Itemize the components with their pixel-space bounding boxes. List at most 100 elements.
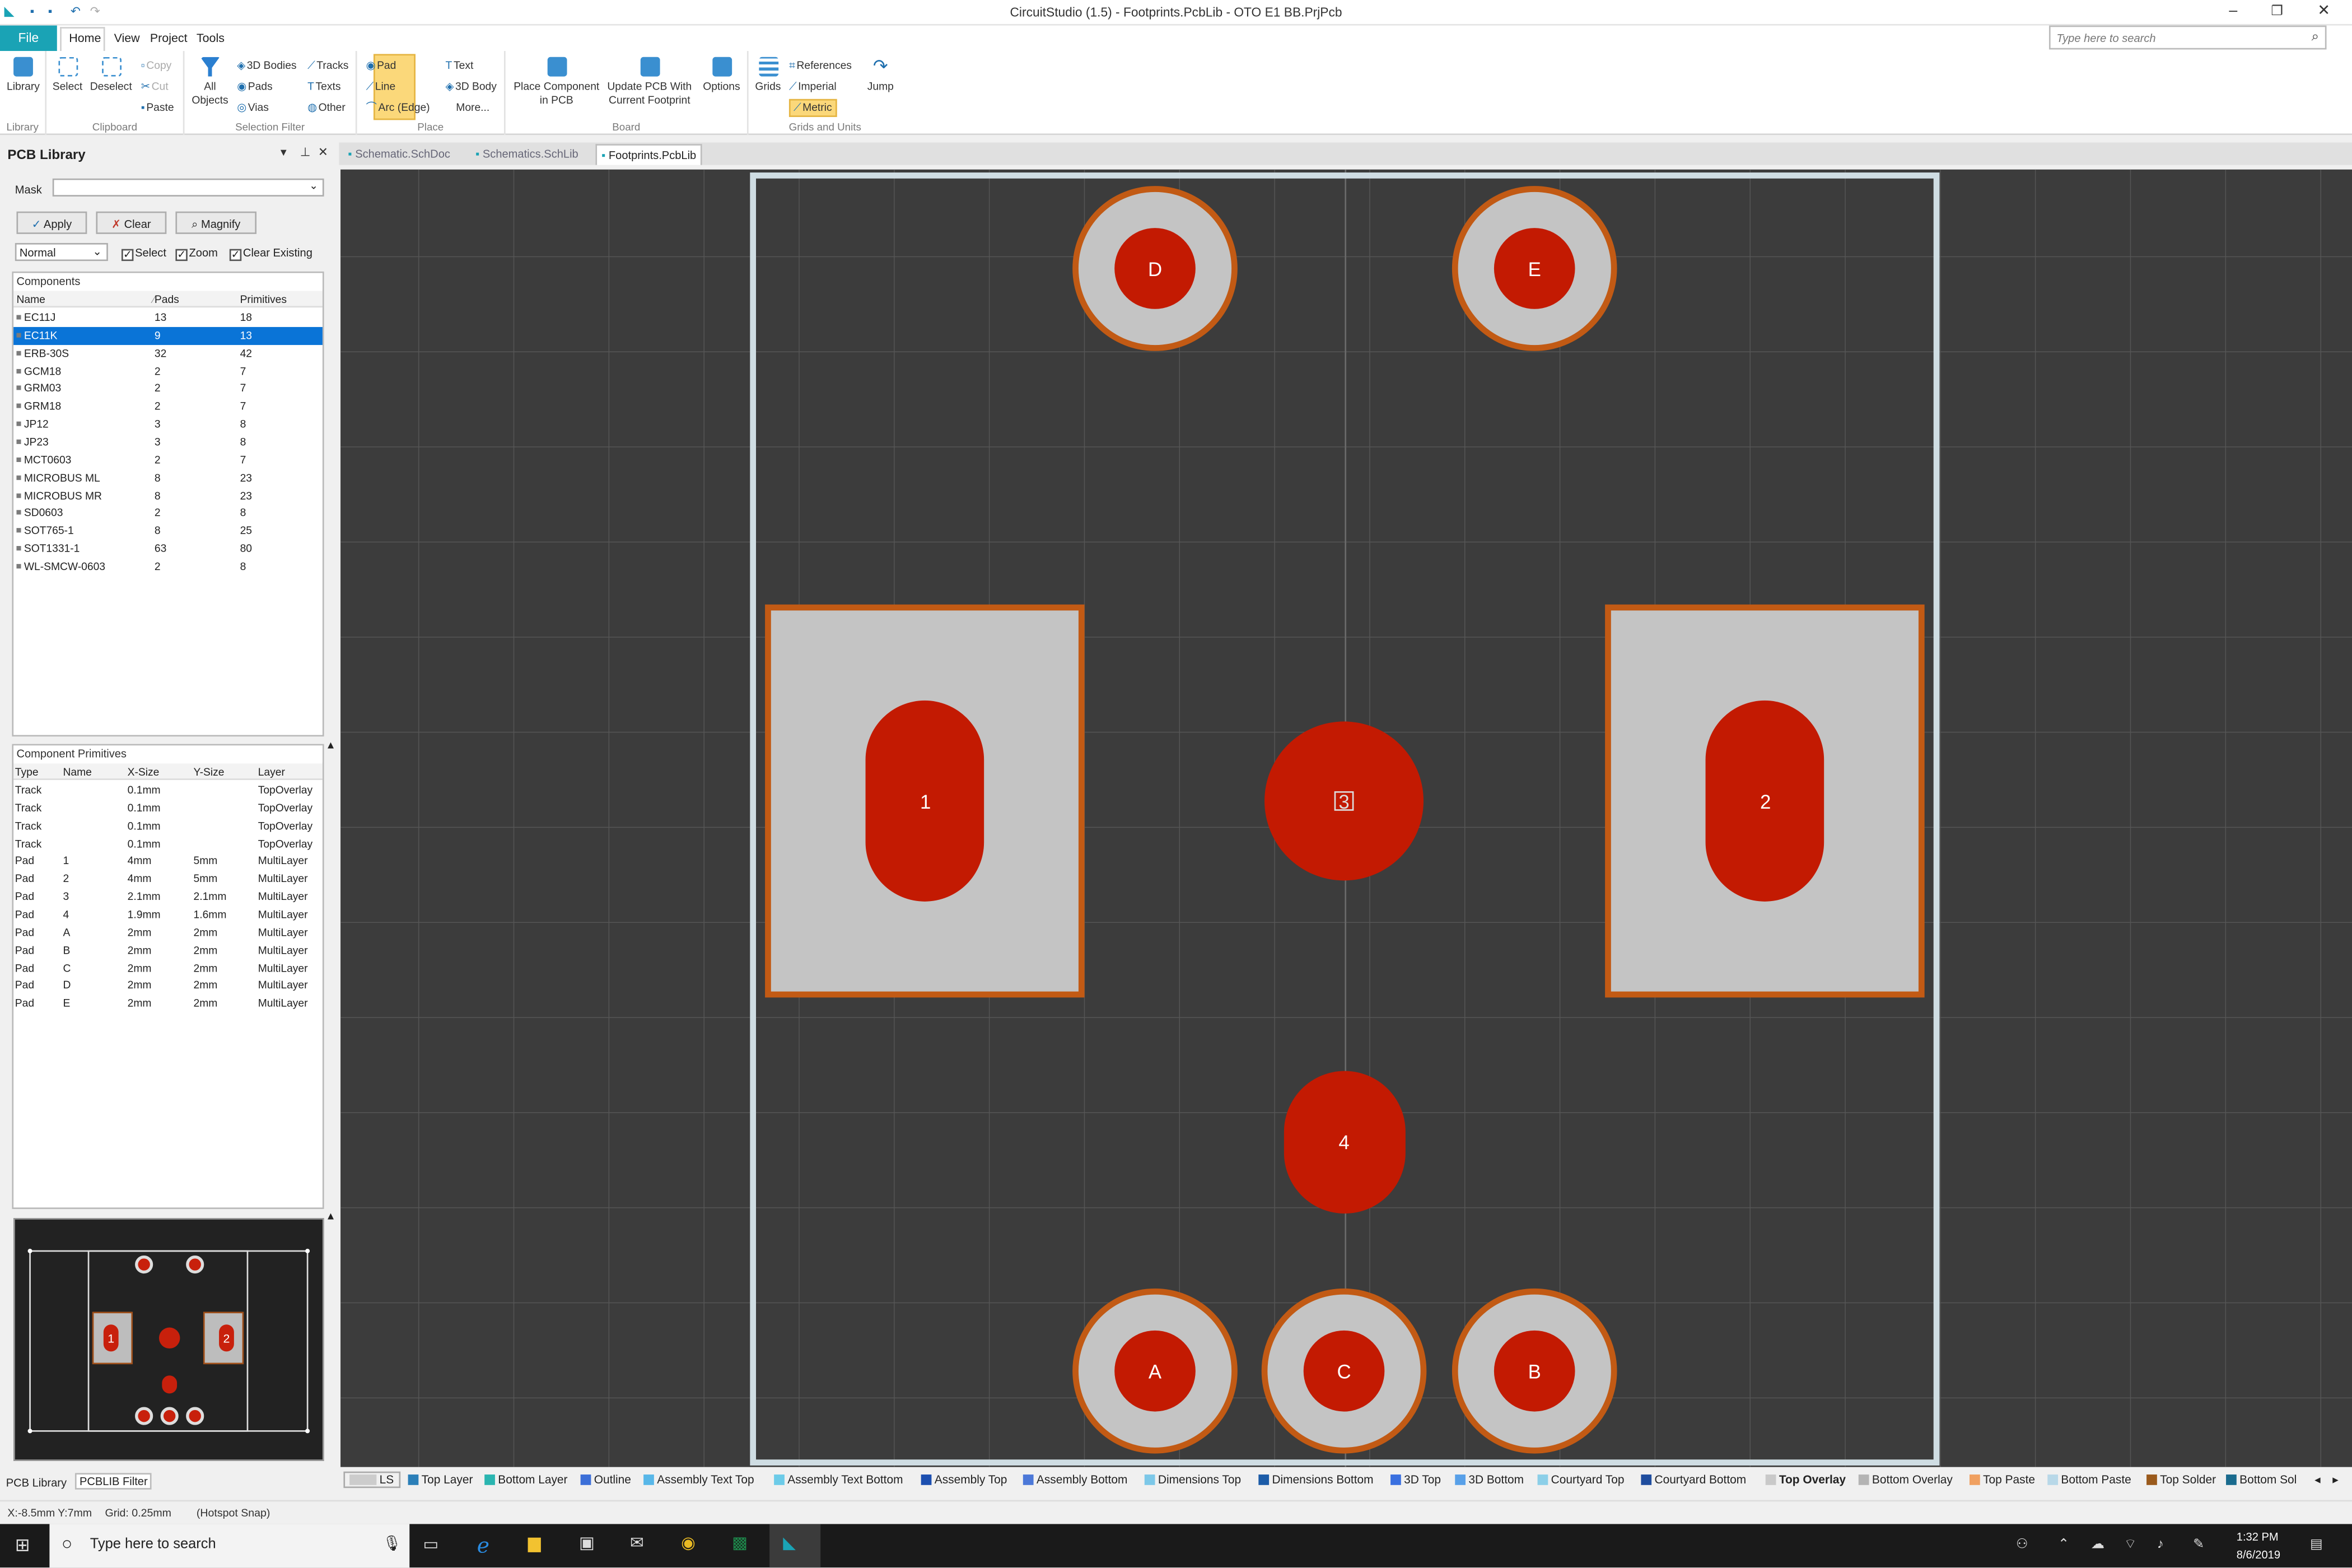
microphone-icon[interactable]: 🎙: [382, 1536, 402, 1552]
clock-time[interactable]: 1:32 PM: [2237, 1530, 2279, 1543]
table-row[interactable]: JP12 3 8: [13, 416, 323, 433]
place-arc-button[interactable]: ⌒ Arc (Edge): [366, 100, 430, 115]
table-row[interactable]: MICROBUS ML 8 23: [13, 469, 323, 487]
table-row[interactable]: Track 0.1mm TopOverlay: [13, 799, 323, 817]
notifications-icon[interactable]: ▤: [2310, 1536, 2323, 1552]
layer-tab[interactable]: Assembly Top: [921, 1473, 1007, 1486]
scroll-up-icon[interactable]: ▲: [325, 1212, 336, 1222]
filter-pads[interactable]: ◉ Pads: [237, 80, 272, 93]
deselect-button[interactable]: Deselect: [87, 57, 135, 93]
cut-button[interactable]: ✂ Cut: [141, 80, 169, 93]
pcb-editor-canvas[interactable]: 1 2 3 4 D E A C B: [340, 169, 2352, 1467]
layer-tab[interactable]: Top Paste: [1970, 1473, 2035, 1486]
tab-home[interactable]: Home: [69, 31, 101, 45]
table-row[interactable]: Track 0.1mm TopOverlay: [13, 817, 323, 835]
task-view-icon[interactable]: ▭: [423, 1534, 438, 1554]
scroll-left-icon[interactable]: ◂: [2314, 1473, 2321, 1486]
volume-icon[interactable]: ♪: [2157, 1536, 2164, 1551]
filter-texts[interactable]: T Texts: [307, 80, 340, 93]
footprint-preview[interactable]: 1 2: [13, 1218, 324, 1461]
table-row[interactable]: Pad 3 2.1mm 2.1mm MultiLayer: [13, 888, 323, 906]
table-row[interactable]: GRM03 2 7: [13, 380, 323, 398]
clear-existing-checkbox[interactable]: ✓ Clear Existing: [229, 246, 312, 262]
place-more-button[interactable]: More...: [456, 100, 489, 114]
table-row[interactable]: ERB-30S 32 42: [13, 344, 323, 362]
table-row[interactable]: Pad 4 1.9mm 1.6mm MultiLayer: [13, 906, 323, 924]
layer-tab[interactable]: Courtyard Top: [1537, 1473, 1625, 1486]
table-row[interactable]: Pad A 2mm 2mm MultiLayer: [13, 923, 323, 941]
layer-tab[interactable]: Top Layer: [408, 1473, 473, 1486]
grids-button[interactable]: Grids: [752, 57, 785, 93]
table-row[interactable]: Track 0.1mm TopOverlay: [13, 835, 323, 853]
col-x-size[interactable]: X-Size: [128, 765, 160, 778]
col-prim-name[interactable]: Name: [63, 765, 92, 778]
tab-project[interactable]: Project: [150, 31, 188, 45]
layer-tab[interactable]: Bottom Sol: [2226, 1473, 2297, 1486]
copy-button[interactable]: ▫ Copy: [141, 58, 171, 72]
doc-tab-pcblib[interactable]: ▪ Footprints.PcbLib: [595, 144, 702, 165]
table-row[interactable]: Pad C 2mm 2mm MultiLayer: [13, 959, 323, 977]
table-row[interactable]: Pad 1 4mm 5mm MultiLayer: [13, 852, 323, 870]
zoom-checkbox[interactable]: ✓ Zoom: [175, 246, 218, 262]
table-row[interactable]: MCT0603 2 7: [13, 451, 323, 469]
layer-tab[interactable]: Outline: [580, 1473, 631, 1486]
tab-pcblib-filter[interactable]: PCBLIB Filter: [74, 1473, 152, 1490]
table-row[interactable]: Track 0.1mm TopOverlay: [13, 782, 323, 800]
imperial-button[interactable]: ⟋ Imperial: [789, 80, 837, 95]
col-name[interactable]: Name: [16, 292, 45, 306]
panel-pin-icon[interactable]: ⊥: [300, 146, 311, 159]
layer-tab[interactable]: 3D Bottom: [1455, 1473, 1524, 1486]
table-row[interactable]: JP23 3 8: [13, 433, 323, 451]
people-icon[interactable]: ⚇: [2016, 1536, 2028, 1552]
filter-3d-bodies[interactable]: ◈ 3D Bodies: [237, 58, 296, 72]
search-icon[interactable]: ⌕: [2312, 29, 2320, 45]
panel-close-icon[interactable]: ✕: [318, 146, 328, 159]
select-checkbox[interactable]: ✓ Select: [121, 246, 166, 262]
place-component-button[interactable]: Place Component in PCB: [510, 57, 603, 106]
layer-tab[interactable]: 3D Top: [1390, 1473, 1441, 1486]
col-type[interactable]: Type: [15, 765, 39, 778]
file-explorer-icon[interactable]: ▆: [528, 1533, 541, 1552]
library-button[interactable]: Library: [4, 57, 42, 93]
panel-menu-icon[interactable]: ▾: [281, 146, 287, 159]
mode-select[interactable]: Normal ⌄: [15, 242, 108, 262]
filter-other[interactable]: ◍ Other: [307, 100, 346, 114]
update-pcb-button[interactable]: Update PCB With Current Footprint: [604, 57, 694, 106]
filter-vias[interactable]: ◎ Vias: [237, 100, 269, 114]
metric-button[interactable]: ⟋ Metric: [788, 99, 837, 117]
pen-icon[interactable]: ✎: [2193, 1536, 2204, 1552]
col-y-size[interactable]: Y-Size: [194, 765, 225, 778]
table-row[interactable]: GCM18 2 7: [13, 362, 323, 380]
help-search-input[interactable]: Type here to search ⌕: [2048, 25, 2327, 50]
close-icon[interactable]: ✕: [2317, 3, 2330, 19]
table-row[interactable]: EC11J 13 18: [13, 309, 323, 327]
col-primitives[interactable]: Primitives: [240, 292, 287, 306]
mask-input[interactable]: ⌄: [52, 178, 324, 197]
table-row[interactable]: WL-SMCW-0603 2 8: [13, 558, 323, 576]
circuitstudio-taskbar-icon[interactable]: ◣: [769, 1524, 821, 1568]
onedrive-icon[interactable]: ☁: [2091, 1536, 2104, 1552]
doc-tab-schlib[interactable]: ▪ Schematics.SchLib: [471, 144, 583, 165]
layer-set-button[interactable]: LS: [343, 1471, 400, 1488]
references-button[interactable]: ⌗ References: [789, 58, 852, 73]
magnify-button[interactable]: ⌕ Magnify: [175, 211, 257, 234]
excel-icon[interactable]: ▩: [732, 1533, 748, 1552]
chrome-icon[interactable]: ◉: [681, 1533, 696, 1552]
scroll-up-icon[interactable]: ▲: [325, 741, 336, 752]
layer-tab[interactable]: Assembly Text Bottom: [774, 1473, 903, 1486]
tab-pcb-library[interactable]: PCB Library: [6, 1476, 67, 1490]
table-row[interactable]: Pad B 2mm 2mm MultiLayer: [13, 941, 323, 959]
layer-tab[interactable]: Assembly Bottom: [1023, 1473, 1127, 1486]
layer-tab[interactable]: Assembly Text Top: [643, 1473, 754, 1486]
store-icon[interactable]: ▣: [579, 1533, 595, 1552]
table-row[interactable]: SOT765-1 8 25: [13, 522, 323, 540]
layer-tab[interactable]: Bottom Overlay: [1858, 1473, 1953, 1486]
windows-start-icon[interactable]: ⊞: [15, 1534, 30, 1556]
scroll-right-icon[interactable]: ▸: [2332, 1473, 2339, 1486]
doc-tab-schematic[interactable]: ▪ Schematic.SchDoc: [343, 144, 455, 165]
mail-icon[interactable]: ✉: [630, 1533, 644, 1552]
table-row[interactable]: SOT1331-1 63 80: [13, 540, 323, 558]
file-tab[interactable]: File: [0, 25, 57, 52]
apply-button[interactable]: ✓ Apply: [16, 211, 87, 234]
options-button[interactable]: Options: [699, 57, 744, 93]
